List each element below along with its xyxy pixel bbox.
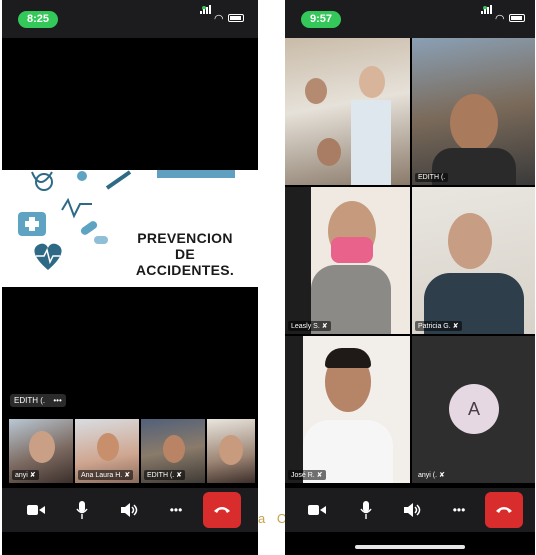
wifi-icon: ◠	[495, 13, 505, 25]
microphone-button[interactable]	[68, 496, 96, 524]
more-options-icon[interactable]: •••	[53, 396, 61, 405]
participant-name: EDITH (. ✘	[144, 470, 186, 480]
video-icon	[27, 505, 45, 515]
speaker-button[interactable]	[399, 496, 427, 524]
face-mask	[331, 237, 373, 263]
video-button[interactable]	[303, 496, 331, 524]
participant-tile-patricia[interactable]: Patricia G. ✘	[412, 187, 535, 334]
home-indicator[interactable]	[355, 545, 465, 549]
microphone-button[interactable]	[352, 496, 380, 524]
participant-face	[29, 431, 55, 463]
participant-thumb-anyi[interactable]: anyi ✘	[9, 419, 73, 483]
shared-slide: PREVENCION DE ACCIDENTES.	[2, 170, 258, 287]
presenter-name: EDITH (.	[14, 396, 46, 405]
battery-icon	[509, 14, 525, 22]
wifi-icon: ◠	[214, 13, 224, 25]
battery-icon	[228, 14, 244, 22]
participant-face	[97, 433, 119, 461]
participant-tile-edith[interactable]: EDITH (.	[412, 38, 535, 185]
more-icon: •••	[169, 503, 183, 517]
end-call-button[interactable]	[203, 492, 241, 528]
participant-name: EDITH (.	[415, 173, 449, 182]
participant-face	[448, 213, 492, 269]
right-phone-screen: 9:57 ◠ EDITH (. Leasly S. ✘ Patricia G. …	[285, 0, 535, 555]
participant-tile-jose[interactable]: José R. ✘	[285, 336, 410, 483]
end-call-icon	[214, 507, 230, 513]
avatar: A	[449, 384, 499, 434]
participant-thumb-unnamed[interactable]	[207, 419, 255, 483]
more-button[interactable]: •••	[445, 496, 473, 524]
slide-title-line-1: PREVENCION	[137, 230, 233, 246]
end-call-icon	[496, 507, 512, 513]
slide-title: PREVENCION DE ACCIDENTES.	[120, 230, 250, 278]
end-call-button[interactable]	[485, 492, 523, 528]
tile-side-bar	[285, 336, 303, 483]
participant-tile-group[interactable]	[285, 38, 410, 185]
left-phone-screen: 8:25 ◠ PREVENCION DE ACCIDENTES. EDITH (…	[2, 0, 258, 555]
participant-name: Leasly S. ✘	[288, 321, 331, 331]
participant-face	[219, 435, 243, 465]
participant-face	[163, 435, 185, 463]
status-bar: 9:57 ◠	[285, 0, 535, 38]
more-icon: •••	[452, 503, 466, 517]
microphone-icon	[76, 501, 88, 519]
participant-face	[450, 94, 498, 152]
tile-side-bar	[285, 187, 311, 334]
video-icon	[308, 505, 326, 515]
speaker-icon	[404, 503, 421, 517]
participant-name: anyi ✘	[12, 470, 39, 480]
microphone-icon	[360, 501, 372, 519]
call-toolbar: •••	[2, 488, 258, 532]
speaker-button[interactable]	[116, 496, 144, 524]
participant-face	[305, 78, 327, 104]
participant-thumb-edith[interactable]: EDITH (. ✘	[141, 419, 205, 483]
participant-name: anyi (. ✘	[418, 472, 445, 479]
time-pill: 9:57	[301, 11, 341, 28]
more-button[interactable]: •••	[162, 496, 190, 524]
participant-tile-leasly[interactable]: Leasly S. ✘	[285, 187, 410, 334]
participant-name: Patricia G. ✘	[415, 321, 462, 331]
participant-body	[351, 100, 391, 185]
call-toolbar: •••	[285, 488, 535, 532]
participant-face	[359, 66, 385, 98]
presenter-chip[interactable]: EDITH (. •••	[10, 394, 66, 407]
time-pill: 8:25	[18, 11, 58, 28]
speaker-icon	[121, 503, 138, 517]
video-button[interactable]	[22, 496, 50, 524]
participant-face	[317, 138, 341, 166]
slide-title-line-2: DE	[174, 246, 196, 262]
participant-name: José R. ✘	[288, 470, 326, 480]
slide-title-line-3: ACCIDENTES.	[135, 262, 235, 278]
participant-name: Ana Laura H. ✘	[78, 470, 134, 480]
status-bar: 8:25 ◠	[2, 0, 258, 38]
participant-thumb-ana-laura[interactable]: Ana Laura H. ✘	[75, 419, 139, 483]
participant-hair	[325, 348, 371, 368]
